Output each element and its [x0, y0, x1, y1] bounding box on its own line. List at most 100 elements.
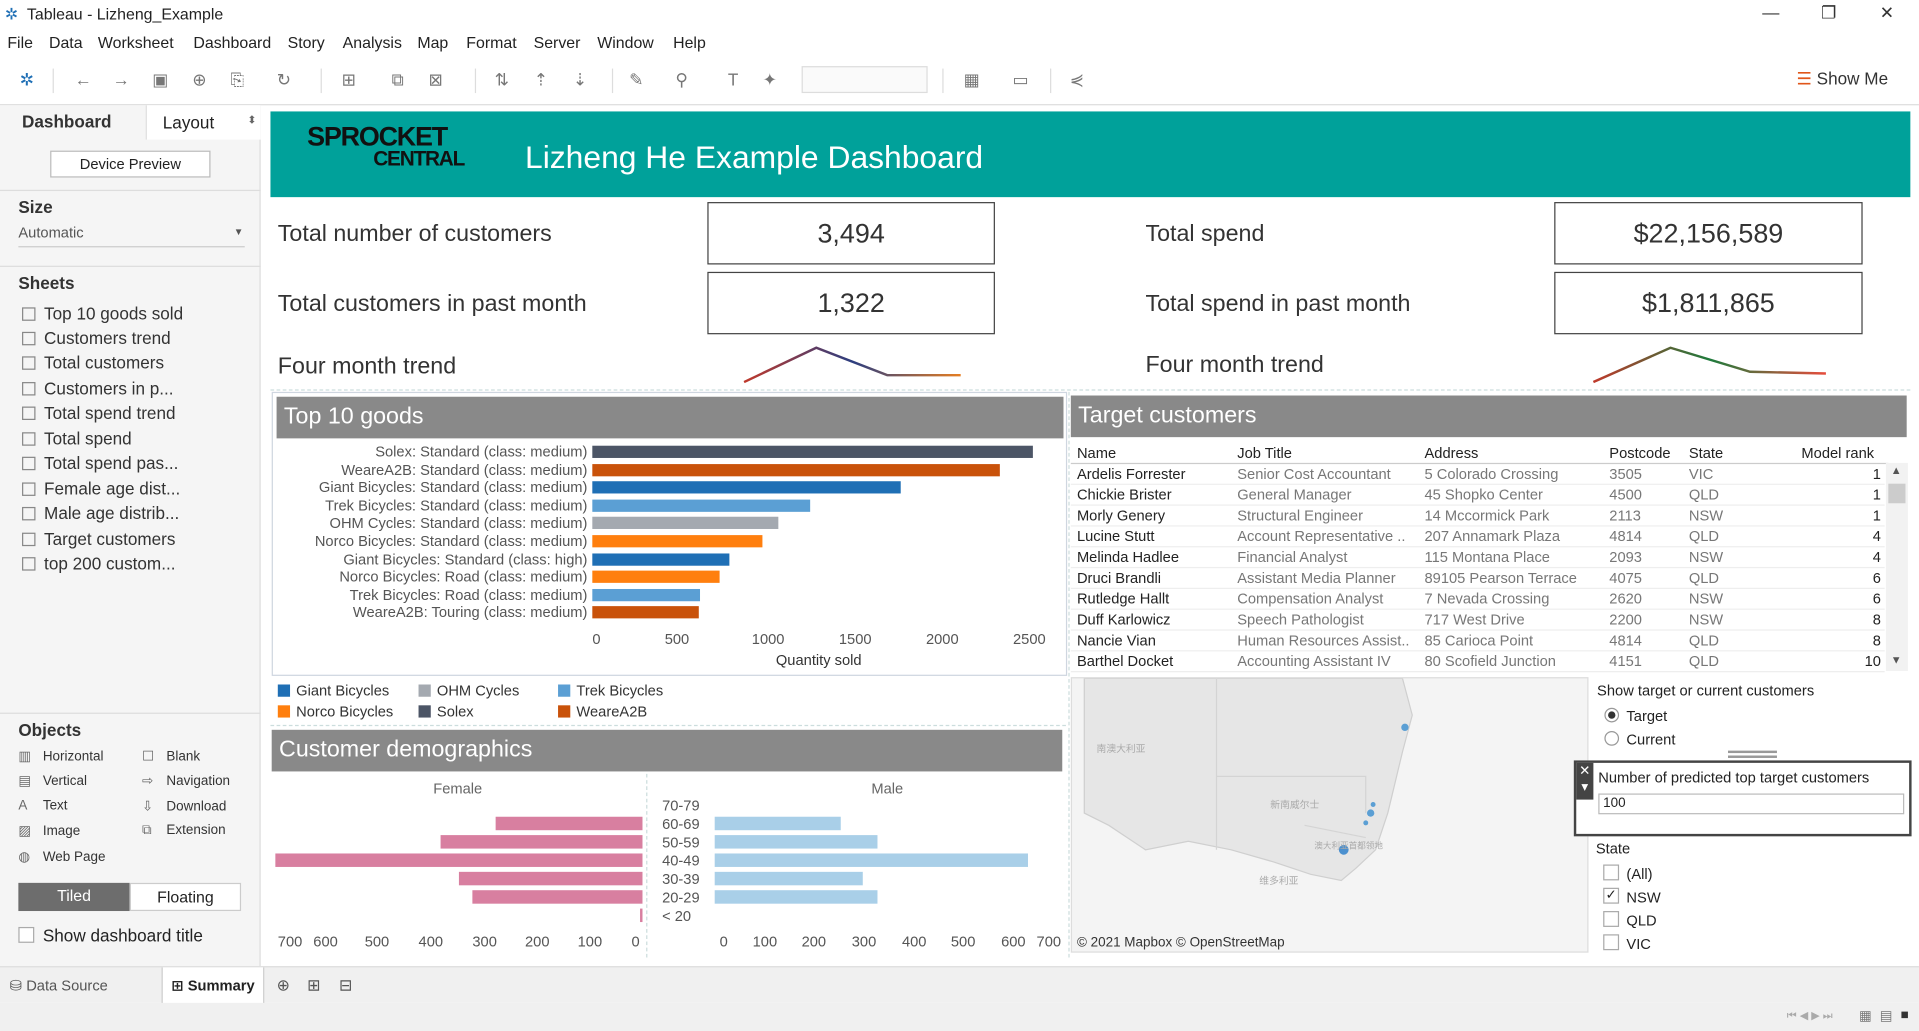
- minimize-button[interactable]: —: [1762, 2, 1779, 22]
- map-point[interactable]: [1370, 802, 1376, 807]
- close-button[interactable]: ✕: [1880, 2, 1894, 23]
- object-image[interactable]: ▨ Image: [18, 823, 80, 839]
- redo-icon[interactable]: →: [111, 70, 131, 90]
- table-row[interactable]: Ardelis Forrester Senior Cost Accountant 5…: [1070, 464, 1885, 485]
- object-text[interactable]: A Text: [18, 798, 67, 813]
- sort-asc-icon[interactable]: ⇡: [531, 70, 551, 90]
- menu-format[interactable]: Format: [466, 33, 516, 51]
- object-extension[interactable]: ⧉ Extension: [142, 823, 226, 839]
- filmstrip-view-icon[interactable]: ▤: [1880, 1008, 1893, 1024]
- state-checkbox-all[interactable]: [1603, 864, 1620, 881]
- tabs-view-icon[interactable]: ■: [1901, 1008, 1909, 1023]
- tiled-toggle[interactable]: Tiled: [18, 882, 130, 912]
- col-job-title[interactable]: Job Title: [1237, 444, 1292, 461]
- menu-file[interactable]: File: [7, 33, 33, 51]
- sheet-item[interactable]: Total spend pas...: [22, 453, 178, 473]
- duplicate-icon[interactable]: ⧉: [388, 70, 408, 90]
- menu-story[interactable]: Story: [288, 33, 325, 51]
- sheet-item[interactable]: Customers trend: [22, 328, 171, 348]
- map-point[interactable]: [1366, 809, 1375, 817]
- menu-analysis[interactable]: Analysis: [343, 33, 402, 51]
- sheet-item[interactable]: Total customers: [22, 353, 164, 372]
- sheet-item[interactable]: Customers in p...: [22, 378, 174, 398]
- table-row[interactable]: Melinda Hadlee Financial Analyst 115 Monta…: [1070, 547, 1885, 569]
- col-postcode[interactable]: Postcode: [1609, 444, 1670, 461]
- number-param-input[interactable]: 100: [1598, 793, 1905, 815]
- sheet-navigation-icon[interactable]: ⏮ ◀ ▶ ⏭: [1787, 1009, 1833, 1022]
- state-checkbox-nsw[interactable]: ✓: [1603, 887, 1620, 904]
- sheet-item[interactable]: top 200 custom...: [22, 553, 176, 573]
- state-checkbox-qld[interactable]: [1603, 911, 1620, 927]
- object-vertical[interactable]: ▤ Vertical: [18, 773, 87, 789]
- size-dropdown[interactable]: Automatic ▼: [18, 223, 245, 248]
- map-attribution[interactable]: © 2021 Mapbox © OpenStreetMap: [1077, 936, 1285, 951]
- swap-icon[interactable]: ⇅: [492, 70, 512, 90]
- object-horizontal[interactable]: ▥ Horizontal: [18, 748, 103, 764]
- col-address[interactable]: Address: [1425, 444, 1479, 461]
- new-worksheet-icon[interactable]: ⊞: [339, 70, 359, 90]
- scroll-up-icon[interactable]: ▲: [1891, 464, 1902, 476]
- customer-map[interactable]: 南澳大利亚 新南威尔士 澳大利亚首都领地 维多利亚 © 2021 Mapbox …: [1070, 677, 1589, 953]
- tableau-icon[interactable]: ✲: [17, 70, 37, 90]
- table-row[interactable]: Barthel Docket Accounting Assistant IV 80 …: [1070, 651, 1885, 673]
- close-icon[interactable]: ✕ ▾: [1576, 762, 1594, 800]
- scroll-down-icon[interactable]: ▼: [1891, 654, 1902, 666]
- show-title-checkbox[interactable]: [18, 926, 35, 943]
- new-worksheet-icon[interactable]: ⊕: [277, 976, 290, 996]
- data-source-tab[interactable]: ⛁ Data Source: [0, 967, 162, 1004]
- floating-toggle[interactable]: Floating: [129, 882, 242, 912]
- object-download[interactable]: ⇩ Download: [142, 798, 226, 815]
- legend-solex[interactable]: Solex: [418, 703, 474, 720]
- menu-window[interactable]: Window: [597, 33, 654, 51]
- new-datasource-icon[interactable]: ⊕: [190, 70, 210, 90]
- show-cards-icon[interactable]: ▦: [962, 70, 982, 90]
- show-me-button[interactable]: ☰ Show Me: [1797, 69, 1889, 90]
- save-icon[interactable]: ▣: [151, 70, 171, 90]
- legend-weare[interactable]: WeareA2B: [558, 703, 647, 720]
- legend-trek[interactable]: Trek Bicycles: [558, 682, 663, 699]
- scroll-thumb[interactable]: [1888, 483, 1906, 504]
- table-row[interactable]: Chickie Brister General Manager 45 Shopko …: [1070, 485, 1885, 506]
- refresh-icon[interactable]: ↻: [274, 70, 294, 90]
- labels-icon[interactable]: T: [723, 70, 743, 90]
- legend-ohm[interactable]: OHM Cycles: [418, 682, 519, 699]
- menu-map[interactable]: Map: [417, 33, 448, 51]
- radio-current[interactable]: [1604, 731, 1620, 746]
- legend-norco[interactable]: Norco Bicycles: [277, 703, 393, 720]
- clear-sheet-icon[interactable]: ⊠: [426, 70, 446, 90]
- sheet-item[interactable]: Female age dist...: [22, 479, 180, 498]
- grid-view-icon[interactable]: ▦: [1859, 1008, 1872, 1024]
- sheet-item[interactable]: Total spend trend: [22, 403, 176, 422]
- sheet-item[interactable]: Top 10 goods sold: [22, 304, 183, 323]
- new-story-icon[interactable]: ⊟: [339, 976, 352, 996]
- menu-help[interactable]: Help: [673, 33, 706, 51]
- summary-tab[interactable]: ⊞ Summary: [161, 967, 265, 1005]
- new-dashboard-icon[interactable]: ⊞: [307, 976, 320, 996]
- map-point[interactable]: [1363, 820, 1369, 826]
- table-row[interactable]: Duff Karlowicz Speech Pathologist 717 West…: [1070, 610, 1885, 631]
- sort-desc-icon[interactable]: ⇣: [570, 70, 590, 90]
- state-checkbox-vic[interactable]: [1603, 934, 1620, 951]
- radio-target[interactable]: [1604, 707, 1620, 723]
- menu-data[interactable]: Data: [49, 33, 83, 51]
- parameter-card[interactable]: ✕ ▾ Number of predicted top target custom…: [1573, 760, 1912, 837]
- table-row[interactable]: Morly Genery Structural Engineer 14 Mccorm…: [1070, 506, 1885, 527]
- object-blank[interactable]: ☐ Blank: [142, 748, 200, 764]
- table-row[interactable]: Rutledge Hallt Compensation Analyst 7 Neva…: [1070, 589, 1885, 610]
- presentation-icon[interactable]: ▭: [1011, 70, 1031, 90]
- table-scrollbar[interactable]: ▲ ▼: [1885, 462, 1908, 672]
- sheet-item[interactable]: Total spend: [22, 429, 132, 448]
- fit-dropdown[interactable]: [801, 66, 928, 94]
- col-state[interactable]: State: [1689, 444, 1723, 461]
- map-point[interactable]: [1401, 723, 1409, 732]
- table-row[interactable]: Lucine Stutt Account Representative .. 207…: [1070, 527, 1885, 548]
- menu-dashboard[interactable]: Dashboard: [193, 33, 271, 51]
- menu-server[interactable]: Server: [534, 33, 581, 51]
- share-icon[interactable]: ⋞: [1067, 70, 1087, 90]
- col-name[interactable]: Name: [1077, 444, 1116, 461]
- maximize-button[interactable]: ❐: [1821, 2, 1836, 23]
- pause-updates-icon[interactable]: ⎘: [228, 70, 248, 90]
- sheet-item[interactable]: Male age distrib...: [22, 503, 179, 523]
- object-navigation[interactable]: ⇨ Navigation: [142, 773, 230, 789]
- device-preview-button[interactable]: Device Preview: [50, 150, 211, 178]
